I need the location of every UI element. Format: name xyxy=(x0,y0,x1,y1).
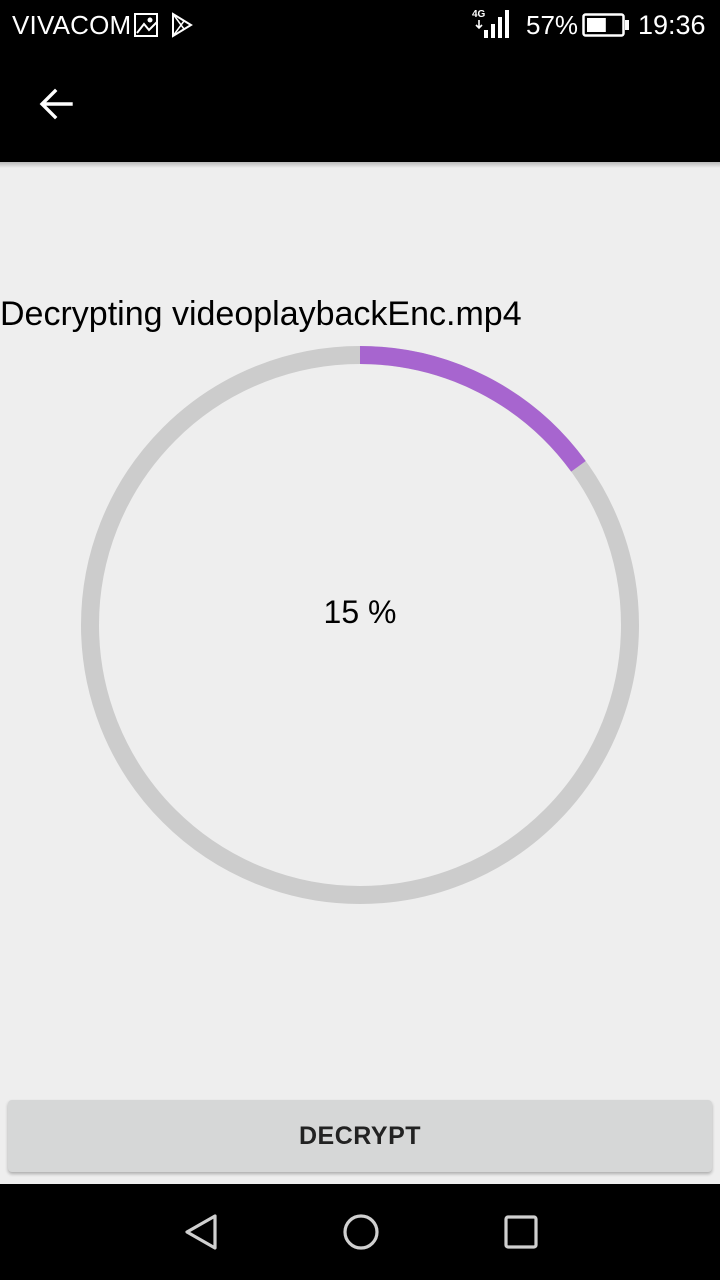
clock: 19:36 xyxy=(638,10,706,40)
decrypting-status-text: Decrypting videoplaybackEnc.mp4 xyxy=(0,295,522,333)
recents-square-icon xyxy=(497,1215,545,1260)
status-bar: VIVACOM 4G 57% 19:36 xyxy=(0,0,720,50)
back-button[interactable] xyxy=(20,70,92,142)
nav-back-button[interactable] xyxy=(177,1208,225,1256)
nav-home-button[interactable] xyxy=(337,1208,385,1256)
play-store-notification-icon xyxy=(170,12,194,43)
home-circle-icon xyxy=(337,1214,385,1260)
network-type-label: 4G xyxy=(472,9,486,20)
screen: VIVACOM 4G 57% 19:36 Decrypting videopla… xyxy=(0,0,720,1280)
signal-icon: 4G xyxy=(470,8,514,45)
battery-percent: 57% xyxy=(526,10,579,40)
app-bar-shadow xyxy=(0,162,720,168)
app-bar xyxy=(0,50,720,162)
navigation-bar xyxy=(0,1184,720,1280)
back-triangle-icon xyxy=(177,1214,225,1260)
battery-icon xyxy=(582,13,630,42)
gallery-notification-icon xyxy=(133,12,159,43)
carrier-name: VIVACOM xyxy=(12,10,132,40)
decrypt-button[interactable]: DECRYPT xyxy=(8,1100,712,1172)
nav-recents-button[interactable] xyxy=(497,1208,545,1256)
progress-percent-label: 15 % xyxy=(323,594,397,630)
arrow-back-icon xyxy=(38,86,74,127)
